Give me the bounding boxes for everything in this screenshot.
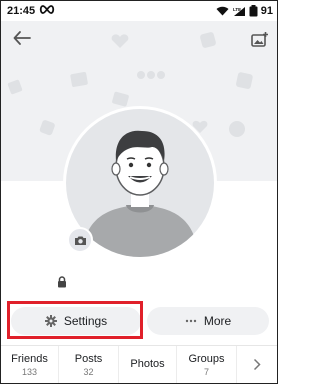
dots-icon bbox=[185, 319, 197, 323]
tab-groups[interactable]: Groups 7 bbox=[177, 346, 237, 383]
tab-count: 32 bbox=[83, 366, 94, 377]
profile-tabs: Friends 133 Posts 32 Photos Groups 7 bbox=[1, 345, 277, 383]
add-cover-photo-button[interactable] bbox=[247, 27, 273, 53]
tab-label: Posts bbox=[74, 352, 103, 365]
tab-label: Friends bbox=[11, 352, 48, 365]
tab-friends[interactable]: Friends 133 bbox=[1, 346, 59, 383]
settings-label: Settings bbox=[63, 314, 108, 328]
profile-actions: Settings More bbox=[11, 307, 269, 337]
change-profile-picture-button[interactable] bbox=[67, 227, 93, 253]
tab-count: 133 bbox=[21, 366, 38, 377]
infinity-icon bbox=[39, 5, 55, 17]
status-time: 21:45 bbox=[7, 5, 36, 17]
battery-level: 91 bbox=[260, 5, 273, 17]
back-button[interactable] bbox=[9, 25, 35, 51]
wifi-icon bbox=[216, 6, 229, 16]
gear-icon bbox=[44, 315, 57, 327]
tab-count: 7 bbox=[203, 366, 209, 377]
svg-text:LTE: LTE bbox=[233, 7, 241, 12]
more-label: More bbox=[203, 314, 232, 328]
arrow-left-icon bbox=[13, 31, 31, 45]
tabs-scroll-right-button[interactable] bbox=[237, 346, 277, 383]
lock-icon bbox=[57, 275, 67, 288]
lte-signal-icon: LTE bbox=[232, 6, 246, 17]
tab-label: Groups bbox=[188, 352, 225, 365]
battery-icon bbox=[249, 5, 258, 17]
more-button[interactable]: More bbox=[147, 307, 269, 335]
tab-label: Photos bbox=[130, 357, 165, 370]
camera-icon bbox=[74, 236, 86, 245]
tab-photos[interactable]: Photos bbox=[119, 346, 177, 383]
profile-screen: 21:45 LTE 91 Settings More Friends 133 P… bbox=[0, 0, 278, 384]
add-photo-icon bbox=[251, 32, 268, 47]
settings-button[interactable]: Settings bbox=[11, 307, 141, 335]
chevron-right-icon bbox=[253, 358, 261, 371]
tab-posts[interactable]: Posts 32 bbox=[59, 346, 119, 383]
status-bar: 21:45 LTE 91 bbox=[1, 1, 277, 21]
